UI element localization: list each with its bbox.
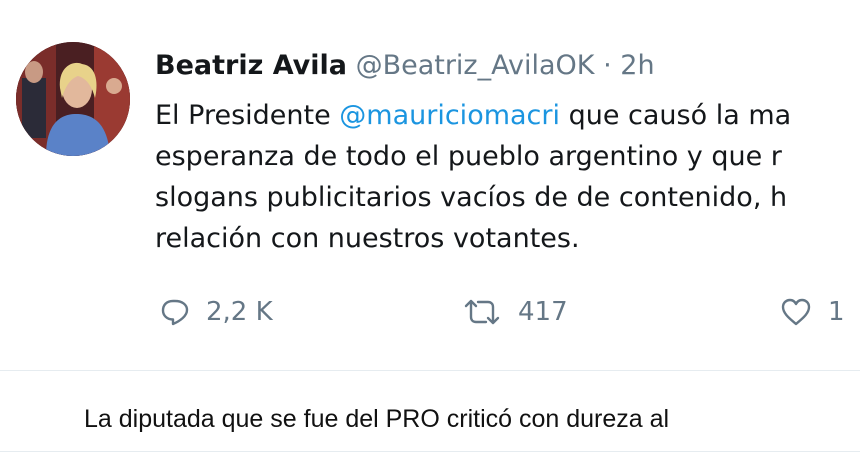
tweet-text-segment: que causó la ma [560, 100, 792, 131]
avatar-image [16, 42, 130, 156]
tweet-text-line: El Presidente @mauriciomacri que causó l… [155, 95, 860, 136]
retweet-count: 417 [518, 297, 568, 327]
reply-count: 2,2 K [206, 297, 273, 327]
heart-icon [781, 298, 811, 326]
avatar[interactable] [16, 42, 130, 156]
author-name[interactable]: Beatriz Avila [155, 50, 347, 81]
section-divider [0, 451, 860, 452]
mention-link[interactable]: @mauriciomacri [339, 100, 560, 131]
author-handle[interactable]: @Beatriz_AvilaOK [356, 50, 595, 81]
tweet-text: El Presidente @mauriciomacri que causó l… [155, 95, 860, 259]
retweet-icon [464, 299, 500, 325]
header-separator: · [603, 50, 612, 81]
tweet-text-line: esperanza de todo el pueblo argentino y … [155, 141, 782, 172]
reply-button[interactable]: 2,2 K [160, 292, 273, 332]
tweet-text-segment: El Presidente [155, 100, 340, 131]
tweet-text-line: relación con nuestros votantes. [155, 223, 580, 254]
page: Beatriz Avila @Beatriz_AvilaOK · 2h El P… [0, 0, 860, 461]
tweet-actions: 2,2 K 417 1 [0, 292, 860, 332]
tweet-timestamp[interactable]: 2h [620, 50, 654, 81]
retweet-button[interactable]: 417 [462, 292, 568, 332]
tweet-header: Beatriz Avila @Beatriz_AvilaOK · 2h [155, 46, 655, 86]
tweet-text-line: slogans publicitarios vacíos de de conte… [155, 182, 788, 213]
tweet-card[interactable]: Beatriz Avila @Beatriz_AvilaOK · 2h El P… [0, 0, 860, 371]
like-button[interactable]: 1 [780, 292, 845, 332]
article-caption: La diputada que se fue del PRO criticó c… [84, 405, 670, 433]
like-count: 1 [828, 297, 845, 327]
reply-bubble-icon [161, 299, 189, 326]
